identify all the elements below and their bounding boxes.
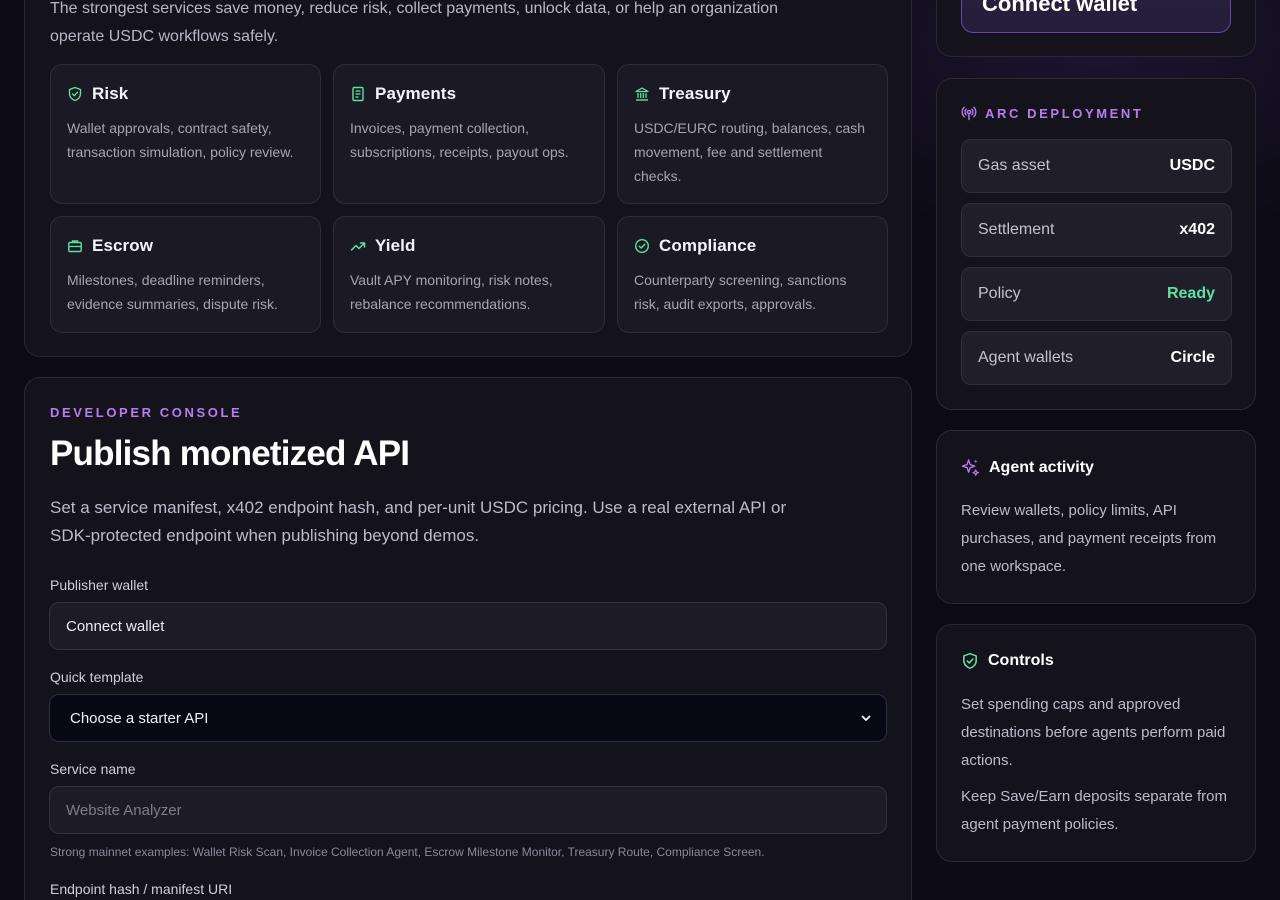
arc-deployment-panel: ARC DEPLOYMENT Gas asset USDC Settlement… xyxy=(936,78,1256,410)
developer-console-panel: DEVELOPER CONSOLE Publish monetized API … xyxy=(24,377,912,900)
controls-text-2: Keep Save/Earn deposits separate from ag… xyxy=(961,788,1227,833)
shield-check-icon xyxy=(963,652,977,670)
card-description: Invoices, payment collection, subscripti… xyxy=(350,120,569,160)
arc-row-key: Agent wallets xyxy=(978,349,1074,366)
service-name-input[interactable]: Website Analyzer xyxy=(49,786,887,834)
arc-row-key: Policy xyxy=(978,285,1021,302)
connect-panel: Connect wallet xyxy=(936,0,1256,57)
section-description: Set a service manifest, x402 endpoint ha… xyxy=(50,498,787,545)
status-badge: Ready xyxy=(1166,285,1215,302)
section-eyebrow: DEVELOPER CONSOLE xyxy=(50,405,243,420)
card-description: Counterparty screening, sanctions risk, … xyxy=(634,272,847,312)
arc-row-value: Circle xyxy=(1170,349,1215,366)
card-title: Treasury xyxy=(659,84,731,103)
service-card-compliance[interactable]: Compliance Counterparty screening, sanct… xyxy=(617,216,888,333)
quick-template-selected: Choose a starter API xyxy=(70,709,209,727)
publisher-wallet-value: Connect wallet xyxy=(66,617,165,635)
arc-heading-label: ARC DEPLOYMENT xyxy=(985,105,1144,121)
quick-template-select[interactable]: Choose a starter API xyxy=(49,694,887,742)
card-title: Compliance xyxy=(659,236,757,255)
trending-up-icon xyxy=(350,242,366,251)
service-card-treasury[interactable]: Treasury USDC/EURC routing, balances, ca… xyxy=(617,64,888,204)
controls-header: Controls xyxy=(961,652,1054,670)
agent-activity-title: Agent activity xyxy=(989,458,1094,476)
card-description: Wallet approvals, contract safety, trans… xyxy=(67,120,294,160)
chevron-down-icon xyxy=(861,715,871,721)
arc-row-value: x402 xyxy=(1179,221,1215,238)
arc-row-agent-wallets: Agent wallets Circle xyxy=(961,331,1232,385)
agent-activity-header: Agent activity xyxy=(961,458,1094,477)
page-title: Publish monetized API xyxy=(50,434,410,473)
broadcast-icon xyxy=(961,106,977,121)
sparkles-icon xyxy=(961,459,980,476)
arc-row-value: USDC xyxy=(1169,157,1215,174)
card-title: Risk xyxy=(92,84,129,103)
arc-heading: ARC DEPLOYMENT xyxy=(961,105,1143,121)
service-name-label: Service name xyxy=(50,761,136,777)
service-name-hint: Strong mainnet examples: Wallet Risk Sca… xyxy=(50,845,765,859)
service-card-escrow[interactable]: Escrow Milestones, deadline reminders, e… xyxy=(50,216,321,333)
services-panel: The strongest services save money, reduc… xyxy=(24,0,912,357)
arc-row-key: Gas asset xyxy=(978,157,1051,174)
controls-title: Controls xyxy=(988,652,1054,669)
service-card-risk[interactable]: Risk Wallet approvals, contract safety, … xyxy=(50,64,321,204)
service-card-yield[interactable]: Yield Vault APY monitoring, risk notes, … xyxy=(333,216,605,333)
controls-panel: Controls Set spending caps and approved … xyxy=(936,624,1256,862)
receipt-icon xyxy=(352,86,364,102)
arc-row-key: Settlement xyxy=(978,221,1055,238)
endpoint-label: Endpoint hash / manifest URI xyxy=(50,881,233,897)
card-description: Milestones, deadline reminders, evidence… xyxy=(67,272,278,312)
card-description: USDC/EURC routing, balances, cash moveme… xyxy=(634,120,866,184)
connect-wallet-button[interactable]: Connect wallet xyxy=(961,0,1231,33)
service-name-placeholder: Website Analyzer xyxy=(66,801,182,819)
arc-row-policy: Policy Ready xyxy=(961,267,1232,321)
services-intro: The strongest services save money, reduc… xyxy=(50,0,779,45)
briefcase-icon xyxy=(68,240,82,253)
agent-activity-text: Review wallets, policy limits, API purch… xyxy=(961,502,1217,575)
arc-row-gas-asset: Gas asset USDC xyxy=(961,139,1232,193)
quick-template-label: Quick template xyxy=(50,669,144,685)
shield-check-icon xyxy=(68,86,82,102)
bank-icon xyxy=(635,87,649,101)
card-title: Yield xyxy=(375,236,416,255)
controls-text-1: Set spending caps and approved destinati… xyxy=(961,696,1226,769)
badge-check-icon xyxy=(634,238,650,254)
arc-row-settlement: Settlement x402 xyxy=(961,203,1232,257)
service-card-payments[interactable]: Payments Invoices, payment collection, s… xyxy=(333,64,605,204)
publisher-wallet-label: Publisher wallet xyxy=(50,577,149,593)
card-title: Payments xyxy=(375,84,457,103)
publisher-wallet-field[interactable]: Connect wallet xyxy=(49,602,887,650)
card-description: Vault APY monitoring, risk notes, rebala… xyxy=(350,272,553,312)
agent-activity-panel: Agent activity Review wallets, policy li… xyxy=(936,430,1256,604)
card-title: Escrow xyxy=(92,236,154,255)
